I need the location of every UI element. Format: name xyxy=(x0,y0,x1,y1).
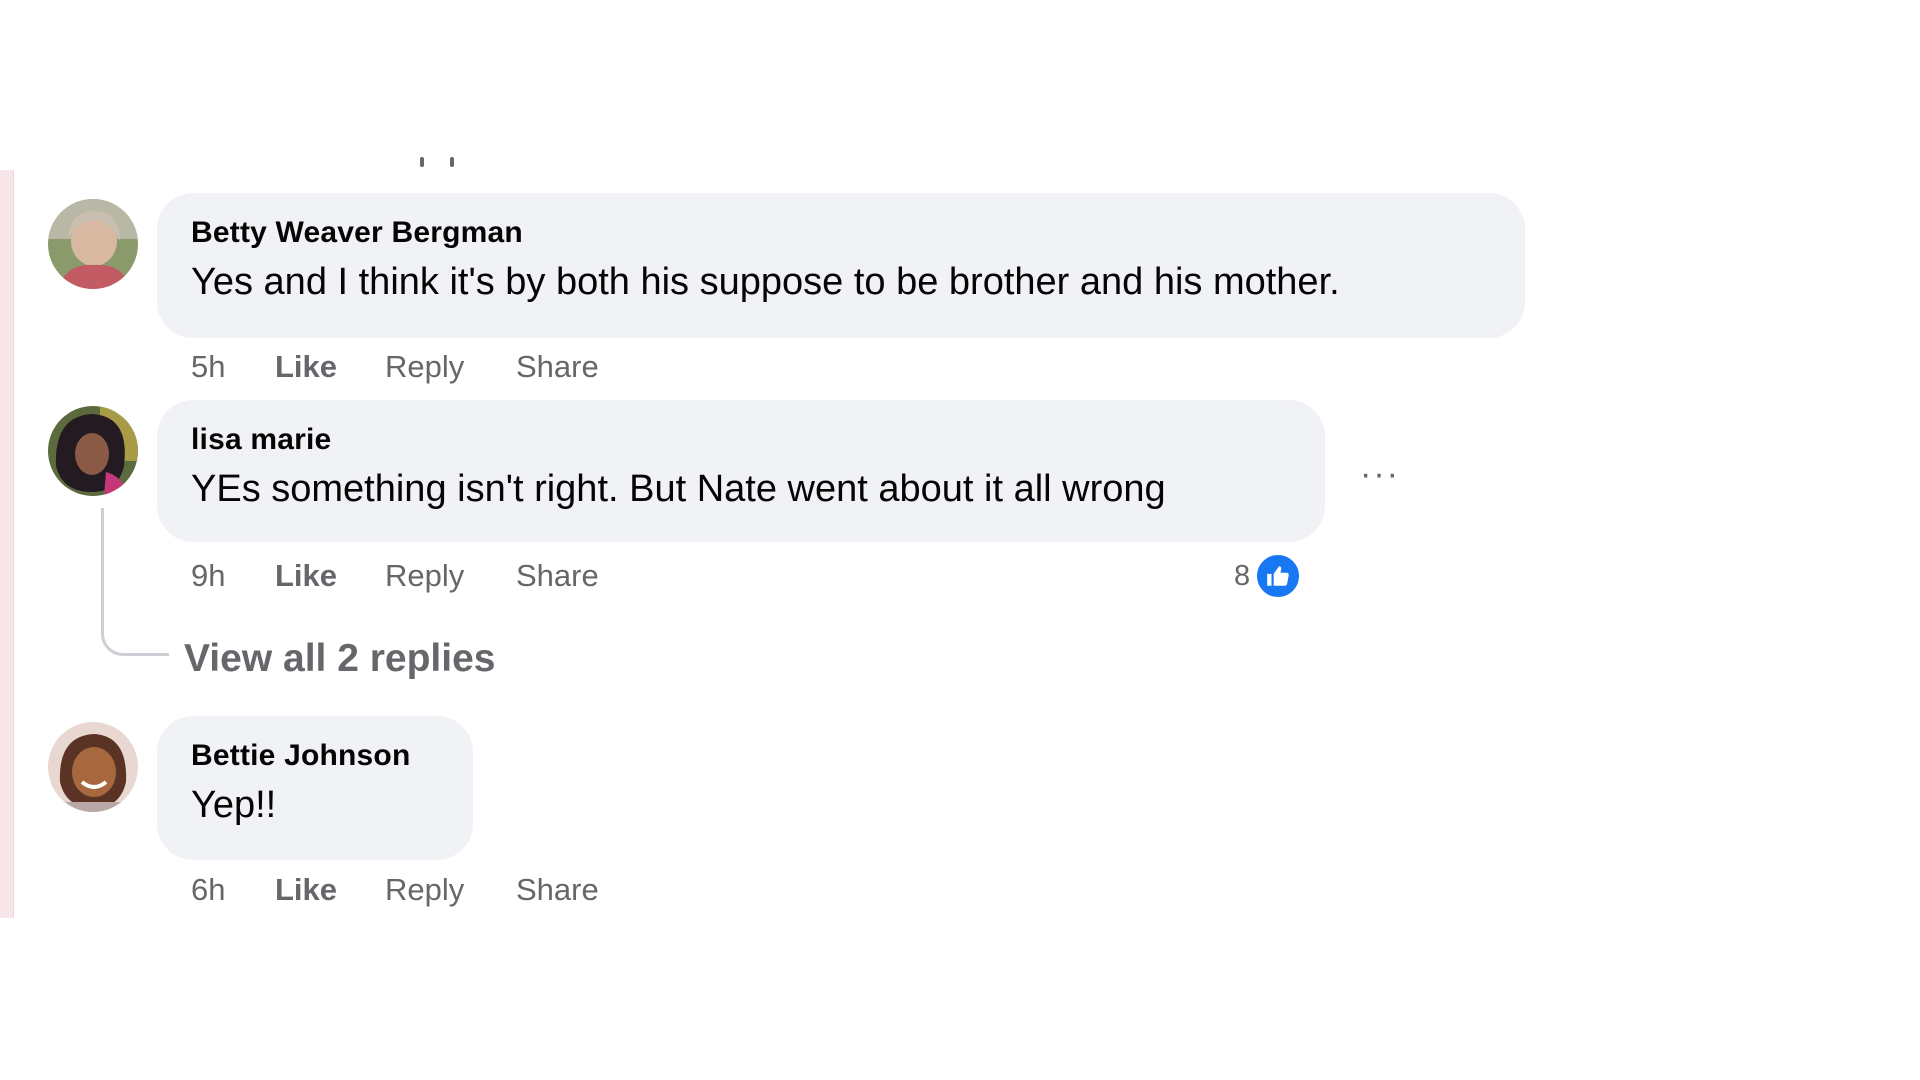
clipped-text-fragment xyxy=(420,157,464,169)
avatar[interactable] xyxy=(48,406,138,496)
avatar[interactable] xyxy=(48,722,138,812)
reaction-summary[interactable]: 8 xyxy=(1234,552,1303,600)
comment-author[interactable]: Bettie Johnson xyxy=(191,738,439,774)
reply-button[interactable]: Reply xyxy=(385,556,516,596)
comment-bubble: Bettie Johnson Yep!! xyxy=(157,716,473,860)
share-button[interactable]: Share xyxy=(516,556,599,596)
more-options-button[interactable]: ··· xyxy=(1360,457,1400,491)
avatar-photo-icon xyxy=(48,722,138,812)
comment-actions: 6h Like Reply Share xyxy=(191,870,599,910)
comment-text: Yes and I think it's by both his suppose… xyxy=(191,261,1340,303)
comment-bubble: lisa marie YEs something isn't right. Bu… xyxy=(157,400,1325,542)
comment-author[interactable]: lisa marie xyxy=(191,422,1291,458)
reaction-count: 8 xyxy=(1234,560,1251,592)
reply-button[interactable]: Reply xyxy=(385,347,516,387)
share-button[interactable]: Share xyxy=(516,870,599,910)
left-rail xyxy=(0,170,14,918)
comment-text: Yep!! xyxy=(191,784,277,826)
thread-connector xyxy=(101,508,169,656)
comments-panel: Betty Weaver Bergman Yes and I think it'… xyxy=(0,0,1920,1080)
comment-timestamp[interactable]: 6h xyxy=(191,870,275,910)
comment-author[interactable]: Betty Weaver Bergman xyxy=(191,215,1491,251)
comment-bubble: Betty Weaver Bergman Yes and I think it'… xyxy=(157,193,1525,338)
comment-timestamp[interactable]: 9h xyxy=(191,556,275,596)
share-button[interactable]: Share xyxy=(516,347,599,387)
thumbs-up-icon xyxy=(1254,552,1303,600)
avatar-photo-icon xyxy=(48,406,138,496)
like-button[interactable]: Like xyxy=(275,347,385,387)
comment-actions: 9h Like Reply Share xyxy=(191,556,599,596)
comment-text: YEs something isn't right. But Nate went… xyxy=(191,468,1166,510)
like-button[interactable]: Like xyxy=(275,556,385,596)
view-replies-link[interactable]: View all 2 replies xyxy=(184,636,495,682)
avatar[interactable] xyxy=(48,199,138,289)
like-button[interactable]: Like xyxy=(275,870,385,910)
comment-timestamp[interactable]: 5h xyxy=(191,347,275,387)
reply-button[interactable]: Reply xyxy=(385,870,516,910)
comment-actions: 5h Like Reply Share xyxy=(191,347,599,387)
avatar-photo-icon xyxy=(48,199,138,289)
